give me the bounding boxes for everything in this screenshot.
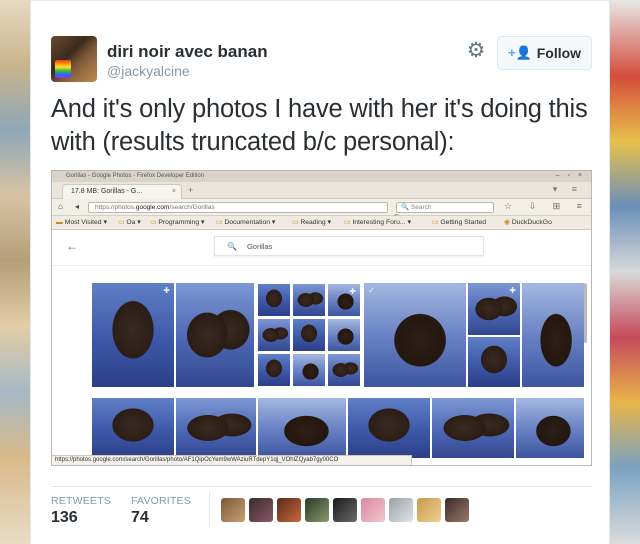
avatar[interactable] <box>417 498 441 522</box>
avatar[interactable] <box>333 498 357 522</box>
photo-thumbnail <box>257 283 291 317</box>
avatar[interactable] <box>445 498 469 522</box>
photos-search-header: ← 🔍 Gorillas <box>52 230 591 266</box>
avatar[interactable] <box>249 498 273 522</box>
user-name[interactable]: diri noir avec banan <box>107 42 268 62</box>
photo-grid: ✚ ✚ ✓ ✚ <box>52 283 591 458</box>
photo-collage: ✚ <box>257 283 361 387</box>
photo-thumbnail <box>292 318 326 352</box>
window-title: Gorillas - Google Photos - Firefox Devel… <box>66 173 205 179</box>
retweets-label: RETWEETS <box>51 495 111 507</box>
photos-search-query: Gorillas <box>246 242 273 251</box>
photo-thumbnail <box>348 398 430 458</box>
photo-thumbnail: ✓ <box>364 283 466 387</box>
avatar[interactable] <box>361 498 385 522</box>
scrollbar <box>584 283 587 343</box>
retweets-count[interactable]: 136 <box>51 509 78 527</box>
url-domain: google.com <box>135 204 170 211</box>
avatar[interactable] <box>51 36 97 82</box>
photo-thumbnail: ✚ <box>468 283 520 335</box>
follow-label: Follow <box>536 45 582 61</box>
attached-screenshot[interactable]: Gorillas - Google Photos - Firefox Devel… <box>51 170 592 466</box>
photo-thumbnail <box>327 318 361 352</box>
person-plus-icon: +👤 <box>507 45 532 60</box>
photo-thumbnail <box>92 398 174 458</box>
browser-search-box: 🔍 Search <box>396 202 494 213</box>
tweet-card: diri noir avec banan @jackyalcine ⚙ +👤 F… <box>30 0 611 544</box>
tab-menu-icons: ▾ ≡ <box>552 184 583 194</box>
photo-thumbnail <box>522 283 584 387</box>
bookmarks-bar: ▬ Most Visited ▾ ▭ Oa ▾ ▭ Programming ▾ … <box>52 216 591 230</box>
photo-thumbnail: ✚ <box>327 283 361 317</box>
photos-search-field: 🔍 Gorillas <box>214 236 484 256</box>
photo-thumbnail <box>176 398 256 458</box>
bookmark-item: ▭ Getting Started <box>432 219 487 226</box>
avatar[interactable] <box>305 498 329 522</box>
bookmark-item: ◉ DuckDuckGo <box>504 219 552 226</box>
tab-title: 17.8 MB: Gorillas - G... <box>71 188 143 195</box>
bookmark-item: ▭ Reading ▾ <box>292 219 331 226</box>
photo-thumbnail <box>176 283 254 387</box>
rainbow-flag-icon <box>55 60 71 78</box>
url-path: /search/Gorillas <box>169 204 215 211</box>
browser-tabbar: 17.8 MB: Gorillas - G... × + ▾ ≡ <box>52 182 591 199</box>
photo-thumbnail <box>327 353 361 387</box>
bookmark-item: ▬ Most Visited ▾ <box>56 219 107 226</box>
favorites-label: FAVORITES <box>131 495 191 507</box>
bookmark-item: ▭ Oa ▾ <box>118 219 141 226</box>
search-placeholder: Search <box>410 204 432 211</box>
photo-thumbnail <box>468 337 520 387</box>
url-bar: https://photos.google.com/search/Gorilla… <box>88 202 406 221</box>
tweet-text: And it's only photos I have with her it'… <box>51 95 588 156</box>
browser-navbar: ⌂ ◂ https://photos.google.com/search/Gor… <box>52 199 591 221</box>
back-arrow-icon: ← <box>66 239 78 253</box>
user-handle[interactable]: @jackyalcine <box>107 63 190 79</box>
browser-titlebar: Gorillas - Google Photos - Firefox Devel… <box>52 171 591 182</box>
stats-divider <box>51 486 592 487</box>
avatar[interactable] <box>221 498 245 522</box>
status-bar-url: https://photos.google.com/search/Gorilla… <box>52 455 412 465</box>
avatar[interactable] <box>277 498 301 522</box>
photo-thumbnail <box>292 353 326 387</box>
background-right <box>610 0 640 544</box>
avatar[interactable] <box>389 498 413 522</box>
stats-separator <box>209 492 210 526</box>
bookmark-item: ▭ Documentation ▾ <box>216 219 276 226</box>
photo-thumbnail: ✚ <box>92 283 174 387</box>
home-back-icons: ⌂ ◂ <box>58 202 85 211</box>
background-left <box>0 0 30 544</box>
search-icon: 🔍 <box>227 242 237 251</box>
bookmark-item: ▭ Programming ▾ <box>150 219 205 226</box>
close-icon: × <box>171 188 176 195</box>
new-tab-icon: + <box>188 185 194 195</box>
favorites-count[interactable]: 74 <box>131 509 149 527</box>
toolbar-icons: ☆ ⇩ ⊞ ≡ <box>504 201 589 211</box>
url-prefix: https://photos. <box>95 204 136 211</box>
follow-button[interactable]: +👤 Follow <box>497 36 592 70</box>
bookmark-item: ▭ Interesting Foru... ▾ <box>344 219 411 226</box>
photo-thumbnail <box>258 398 346 458</box>
gear-icon[interactable]: ⚙ <box>465 40 487 62</box>
window-controls: – ▫ × <box>555 172 585 179</box>
browser-tab: 17.8 MB: Gorillas - G... × <box>62 184 182 199</box>
photo-thumbnail <box>257 318 291 352</box>
photo-thumbnail <box>516 398 584 458</box>
photo-thumbnail <box>432 398 514 458</box>
card-top-border <box>31 0 611 1</box>
photo-thumbnail <box>292 283 326 317</box>
photo-thumbnail <box>257 353 291 387</box>
